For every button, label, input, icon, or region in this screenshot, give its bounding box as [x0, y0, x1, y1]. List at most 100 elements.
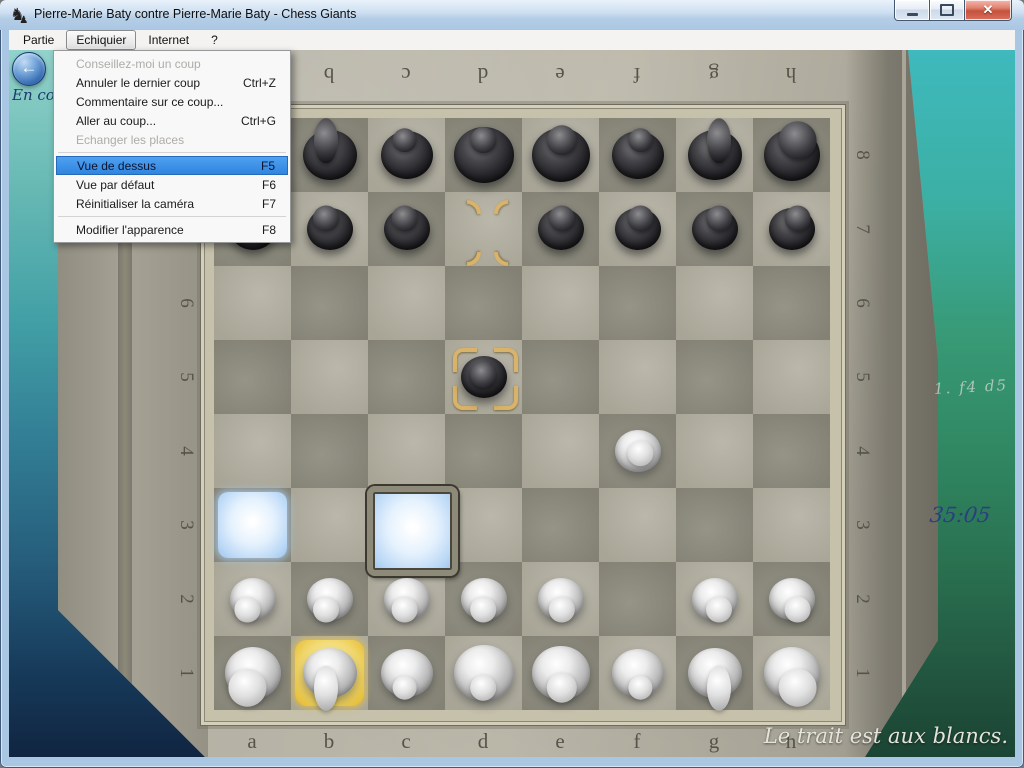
black-pawn-g7[interactable] — [676, 192, 753, 266]
white-rook-h1[interactable] — [753, 636, 830, 710]
white-bishop-c1[interactable] — [368, 636, 445, 710]
square-h4[interactable] — [753, 414, 830, 488]
back-button[interactable]: ← — [12, 52, 46, 86]
menubar-item-internet[interactable]: Internet — [138, 30, 199, 50]
square-a6[interactable] — [214, 266, 291, 340]
close-button[interactable]: ✕ — [965, 0, 1012, 21]
white-pawn-d2[interactable] — [445, 562, 522, 636]
white-knight-b1[interactable] — [291, 636, 368, 710]
menubar-item-?[interactable]: ? — [201, 30, 228, 50]
square-f5[interactable] — [599, 340, 676, 414]
white-king-e1[interactable] — [522, 636, 599, 710]
menu-item-shortcut: F8 — [262, 223, 276, 237]
piece-head — [392, 128, 416, 152]
maximize-button[interactable] — [930, 0, 965, 21]
piece-head — [314, 118, 338, 163]
black-pawn-c7[interactable] — [368, 192, 445, 266]
white-pawn-e2[interactable] — [522, 562, 599, 636]
white-pawn-f4[interactable] — [599, 414, 676, 488]
rank-label-5-right: 5 — [849, 364, 875, 390]
square-g3[interactable] — [676, 488, 753, 562]
black-queen-d8[interactable] — [445, 118, 522, 192]
square-g6[interactable] — [676, 266, 753, 340]
piece-head — [546, 125, 576, 155]
piece-head — [627, 206, 653, 232]
square-e3[interactable] — [522, 488, 599, 562]
menubar-item-partie[interactable]: Partie — [13, 30, 64, 50]
white-pawn-c2[interactable] — [368, 562, 445, 636]
rank-label-6-right: 6 — [849, 290, 875, 316]
application-window: aabbccddeeffgghh1122334455667788 ← En co… — [0, 0, 1024, 768]
square-d6[interactable] — [445, 266, 522, 340]
minimize-button[interactable] — [894, 0, 930, 21]
piece-head — [784, 206, 810, 232]
square-a4[interactable] — [214, 414, 291, 488]
black-bishop-c8[interactable] — [368, 118, 445, 192]
square-g5[interactable] — [676, 340, 753, 414]
white-queen-d1[interactable] — [445, 636, 522, 710]
file-label-g-bottom: g — [701, 728, 727, 754]
white-pawn-b2[interactable] — [291, 562, 368, 636]
square-e5[interactable] — [522, 340, 599, 414]
square-e4[interactable] — [522, 414, 599, 488]
white-pawn-g2[interactable] — [676, 562, 753, 636]
menu-item[interactable]: Vue par défautF6 — [56, 175, 288, 194]
menu-item-shortcut: F5 — [261, 159, 275, 173]
square-h6[interactable] — [753, 266, 830, 340]
menu-item[interactable]: Commentaire sur ce coup... — [56, 92, 288, 111]
file-label-h-top: h — [778, 62, 804, 88]
chess-pieces-icon: ♞♟ — [10, 5, 30, 25]
black-king-e8[interactable] — [522, 118, 599, 192]
titlebar[interactable]: ♞♟ Pierre-Marie Baty contre Pierre-Marie… — [0, 0, 1024, 30]
square-h5[interactable] — [753, 340, 830, 414]
menu-item-shortcut: Ctrl+Z — [243, 76, 276, 90]
black-rook-h8[interactable] — [753, 118, 830, 192]
file-label-e-top: e — [547, 62, 573, 88]
square-b3[interactable] — [291, 488, 368, 562]
menu-item-label: Annuler le dernier coup — [76, 76, 200, 90]
black-pawn-d5[interactable] — [445, 340, 522, 414]
menu-item[interactable]: Aller au coup...Ctrl+G — [56, 111, 288, 130]
square-d4[interactable] — [445, 414, 522, 488]
black-knight-g8[interactable] — [676, 118, 753, 192]
square-e6[interactable] — [522, 266, 599, 340]
white-pawn-h2[interactable] — [753, 562, 830, 636]
square-b5[interactable] — [291, 340, 368, 414]
piece-head — [391, 597, 417, 623]
menu-item[interactable]: Réinitialiser la caméraF7 — [56, 194, 288, 213]
square-f2[interactable] — [599, 562, 676, 636]
menu-item[interactable]: Vue de dessusF5 — [56, 156, 288, 175]
square-b6[interactable] — [291, 266, 368, 340]
chess-board — [214, 118, 830, 710]
square-a5[interactable] — [214, 340, 291, 414]
menubar-item-echiquier[interactable]: Echiquier — [66, 30, 136, 50]
piece-head — [548, 206, 574, 232]
white-knight-g1[interactable] — [676, 636, 753, 710]
menu-item[interactable]: Modifier l'apparenceF8 — [56, 220, 288, 239]
black-pawn-h7[interactable] — [753, 192, 830, 266]
black-pawn-b7[interactable] — [291, 192, 368, 266]
white-pawn-a2[interactable] — [214, 562, 291, 636]
square-h3[interactable] — [753, 488, 830, 562]
rank-label-2-right: 2 — [849, 586, 875, 612]
square-c4[interactable] — [368, 414, 445, 488]
black-knight-b8[interactable] — [291, 118, 368, 192]
black-bishop-f8[interactable] — [599, 118, 676, 192]
move-target-highlight-a3[interactable] — [218, 492, 287, 558]
square-c6[interactable] — [368, 266, 445, 340]
black-pawn-f7[interactable] — [599, 192, 676, 266]
white-bishop-f1[interactable] — [599, 636, 676, 710]
menu-item: Echanger les places — [56, 130, 288, 149]
black-pawn-e7[interactable] — [522, 192, 599, 266]
square-f3[interactable] — [599, 488, 676, 562]
white-rook-a1[interactable] — [214, 636, 291, 710]
square-g4[interactable] — [676, 414, 753, 488]
menu-item[interactable]: Annuler le dernier coup Ctrl+Z — [56, 73, 288, 92]
menu-item-label: Réinitialiser la caméra — [76, 197, 194, 211]
square-c5[interactable] — [368, 340, 445, 414]
rank-label-6-left: 6 — [173, 290, 199, 316]
square-f6[interactable] — [599, 266, 676, 340]
file-label-c-bottom: c — [393, 728, 419, 754]
square-b4[interactable] — [291, 414, 368, 488]
file-label-d-bottom: d — [470, 728, 496, 754]
